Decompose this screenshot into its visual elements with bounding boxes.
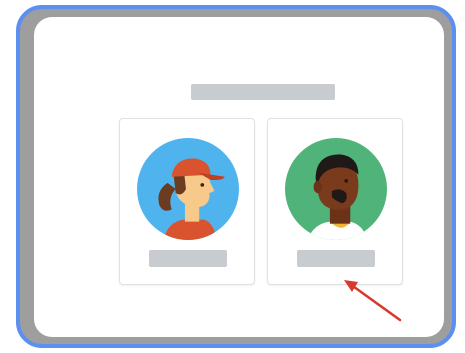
profile-card-2[interactable]	[267, 118, 403, 285]
profile-card-1[interactable]	[119, 118, 255, 285]
man-avatar-icon	[285, 138, 387, 240]
name-placeholder-1	[149, 250, 227, 267]
name-placeholder-2	[297, 250, 375, 267]
arrow-icon	[344, 280, 402, 322]
woman-avatar-icon	[137, 138, 239, 240]
title-placeholder	[191, 84, 335, 100]
